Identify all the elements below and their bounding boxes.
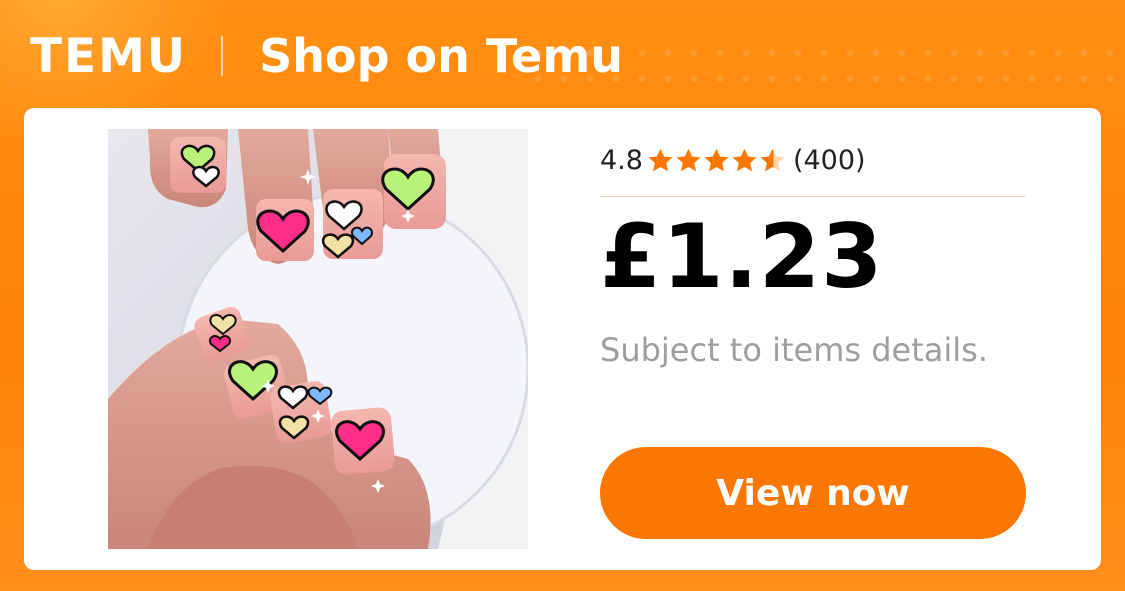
price-disclaimer: Subject to items details. xyxy=(600,331,989,369)
product-price: £1.23 xyxy=(600,205,884,308)
header-title: Shop on Temu xyxy=(259,29,624,83)
temu-logo[interactable]: TEMU xyxy=(30,29,187,84)
star-full-icon xyxy=(648,148,673,171)
header-divider xyxy=(221,36,224,76)
divider-line xyxy=(600,196,1026,197)
nail-art-photo-icon xyxy=(108,129,528,549)
product-card[interactable]: 4.8 (400) £1.23 Subject to items details… xyxy=(24,108,1101,570)
star-half-icon xyxy=(760,148,785,171)
rating-value: 4.8 xyxy=(600,144,643,176)
review-count[interactable]: (400) xyxy=(793,145,866,176)
star-full-icon xyxy=(732,148,757,171)
view-now-button[interactable]: View now xyxy=(600,447,1026,539)
star-full-icon xyxy=(704,148,729,171)
product-info: 4.8 (400) £1.23 Subject to items details… xyxy=(600,140,1026,369)
rating-row: 4.8 (400) xyxy=(600,140,1026,180)
star-full-icon xyxy=(676,148,701,171)
banner-header: TEMU Shop on Temu xyxy=(30,28,623,84)
star-rating xyxy=(647,147,787,174)
product-image[interactable] xyxy=(108,129,528,549)
